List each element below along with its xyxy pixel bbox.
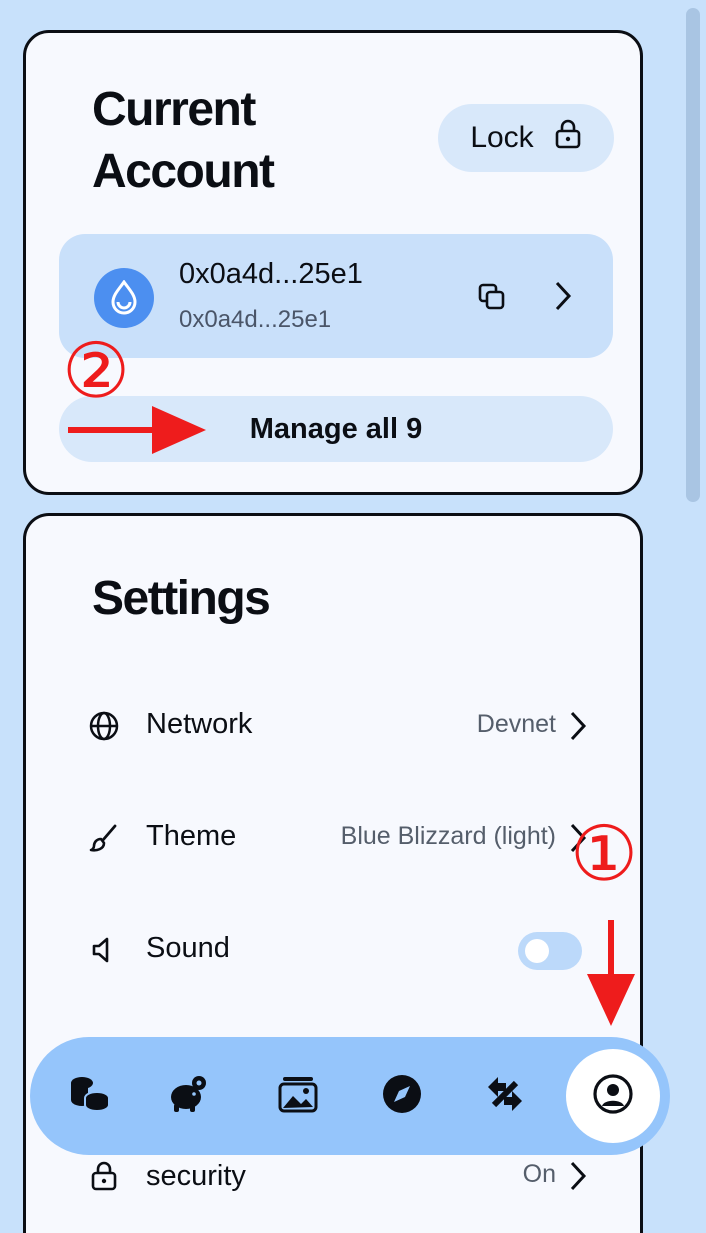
user-circle-icon — [592, 1073, 634, 1120]
compass-icon — [381, 1073, 423, 1120]
setting-enhanced-security[interactable]: Enhanced security On — [88, 1128, 588, 1206]
page-scrollbar[interactable] — [686, 0, 700, 1194]
chevron-right-icon — [568, 1160, 588, 1197]
chevron-right-icon[interactable] — [553, 280, 573, 317]
nav-staking[interactable] — [151, 1059, 225, 1133]
lock-button-label: Lock — [470, 121, 534, 154]
gallery-icon — [277, 1074, 319, 1119]
coins-icon — [68, 1074, 112, 1119]
lock-icon — [554, 119, 582, 157]
setting-label: Sound — [146, 932, 230, 964]
setting-value: On — [522, 1160, 556, 1188]
account-address: 0x0a4d...25e1 — [179, 306, 332, 333]
scrollbar-thumb[interactable] — [686, 8, 700, 502]
swap-arrows-icon — [484, 1073, 526, 1120]
setting-label: Network — [146, 708, 253, 740]
setting-label: Theme — [146, 820, 237, 852]
globe-icon — [88, 710, 120, 747]
setting-sound[interactable]: Sound — [88, 920, 588, 980]
annotation-marker-2: ② — [62, 326, 131, 415]
settings-title: Settings — [92, 572, 271, 625]
setting-value: Blue Blizzard (light) — [340, 822, 556, 850]
setting-network[interactable]: Network Devnet — [88, 696, 588, 756]
nav-tokens[interactable] — [53, 1059, 127, 1133]
nav-account[interactable] — [566, 1049, 660, 1143]
annotation-arrow-down — [587, 920, 635, 1026]
lock-icon — [88, 1160, 120, 1197]
piggy-bank-icon — [166, 1074, 210, 1119]
setting-theme[interactable]: Theme Blue Blizzard (light) — [88, 808, 588, 868]
nav-assets[interactable] — [261, 1059, 335, 1133]
lock-button[interactable]: Lock — [438, 104, 614, 172]
setting-value: Devnet — [476, 710, 556, 738]
account-row[interactable]: 0x0a4d...25e1 0x0a4d...25e1 — [59, 234, 613, 358]
paintbrush-icon — [88, 822, 120, 859]
toggle-knob — [525, 939, 549, 963]
bottom-nav — [30, 1037, 670, 1155]
sui-logo-icon — [94, 268, 154, 328]
annotation-arrow-right — [68, 406, 206, 454]
current-account-title: Current Account — [92, 83, 275, 198]
annotation-marker-1: ① — [570, 809, 639, 898]
chevron-right-icon — [568, 710, 588, 747]
speaker-icon — [88, 934, 120, 971]
sound-toggle[interactable] — [518, 932, 582, 970]
copy-icon[interactable] — [477, 282, 507, 317]
nav-activity[interactable] — [468, 1059, 542, 1133]
nav-explore[interactable] — [365, 1059, 439, 1133]
account-name: 0x0a4d...25e1 — [179, 258, 363, 290]
